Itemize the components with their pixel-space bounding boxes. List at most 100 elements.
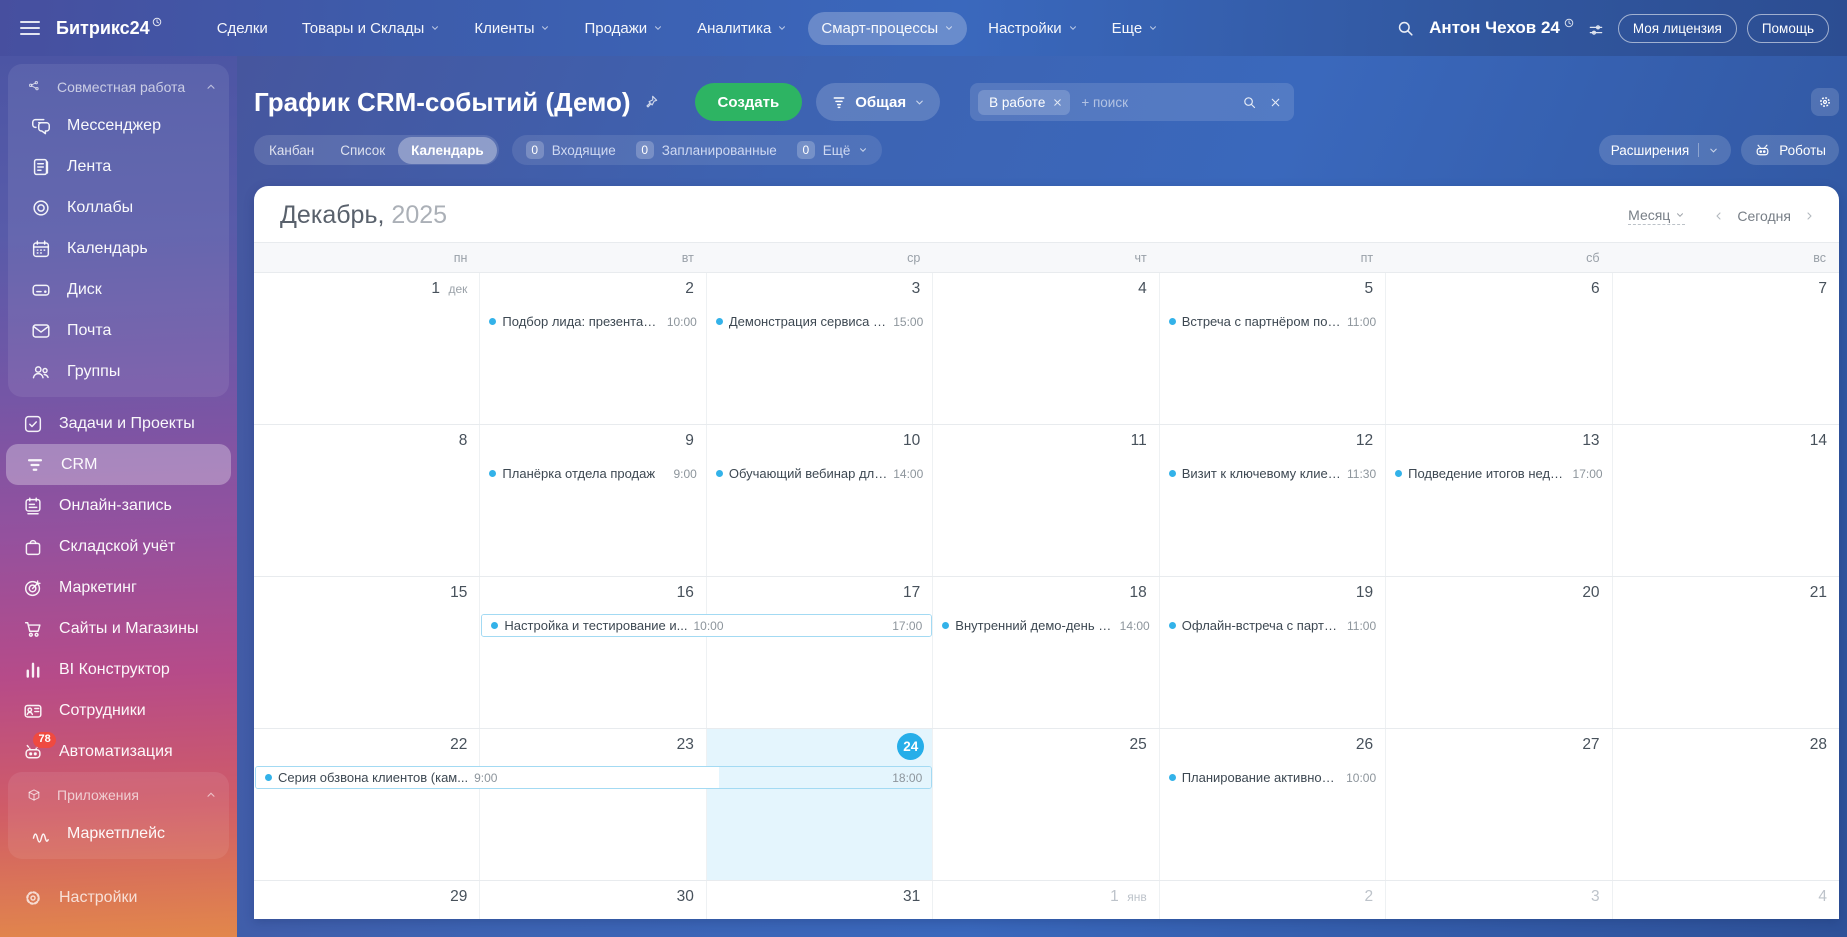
sidebar-item-sites-stores[interactable]: Сайты и Магазины	[4, 608, 233, 649]
search-icon[interactable]	[1396, 19, 1415, 38]
day-cell[interactable]: 30	[480, 881, 707, 919]
nav-item-settings[interactable]: Настройки	[975, 12, 1091, 45]
remove-filter-icon[interactable]	[1052, 97, 1063, 108]
day-cell[interactable]: 3	[707, 273, 934, 424]
day-cell[interactable]: 22	[254, 729, 481, 880]
day-cell[interactable]: 4	[933, 273, 1160, 424]
day-cell[interactable]: 18	[933, 577, 1160, 728]
nav-item-deals[interactable]: Сделки	[204, 12, 281, 45]
day-cell[interactable]: 6	[1386, 273, 1613, 424]
calendar-event[interactable]: Планирование активности н... 10:00	[1160, 767, 1386, 788]
counter-incoming[interactable]: 0 Входящие	[525, 141, 616, 159]
nav-item-more[interactable]: Еще	[1099, 12, 1172, 45]
settings-gear-button[interactable]	[1811, 88, 1839, 116]
tab-calendar[interactable]: Календарь	[398, 136, 497, 164]
multiday-event-segment[interactable]: Серия обзвона клиентов (кам... 9:00	[256, 767, 507, 788]
sidebar-item-marketplace[interactable]: Маркетплейс	[12, 813, 225, 854]
multiday-event-segment[interactable]: 17:00	[732, 615, 932, 636]
sidebar-item-booking[interactable]: Онлайн-запись	[4, 485, 233, 526]
day-cell[interactable]: 29	[254, 881, 481, 919]
sidebar-item-bi-builder[interactable]: BI Конструктор	[4, 649, 233, 690]
tune-icon[interactable]	[1588, 22, 1604, 38]
sidebar-item-marketing[interactable]: Маркетинг	[4, 567, 233, 608]
multiday-event-segment[interactable]	[506, 767, 719, 788]
day-cell[interactable]: 8	[254, 425, 481, 576]
day-cell[interactable]: 26	[1160, 729, 1387, 880]
clear-search-icon[interactable]	[1269, 96, 1282, 109]
extensions-button[interactable]: Расширения	[1598, 135, 1732, 165]
day-cell[interactable]: 21	[1613, 577, 1839, 728]
day-cell[interactable]: 1 янв	[933, 881, 1160, 919]
user-menu[interactable]: Антон Чехов 24	[1429, 18, 1574, 38]
search-input[interactable]: + поиск	[1081, 95, 1242, 110]
sidebar-item-collabs[interactable]: Коллабы	[12, 187, 225, 228]
tab-kanban[interactable]: Канбан	[256, 137, 327, 164]
sidebar-item-feed[interactable]: Лента	[12, 146, 225, 187]
calendar-event[interactable]: Демонстрация сервиса клие... 15:00	[707, 311, 933, 332]
next-month-icon[interactable]	[1803, 210, 1815, 222]
day-cell[interactable]: 14	[1613, 425, 1839, 576]
calendar-event[interactable]: Обучающий вебинар для кл... 14:00	[707, 463, 933, 484]
calendar-event[interactable]: Офлайн-встреча с партнёра... 11:00	[1160, 615, 1386, 636]
day-cell[interactable]: 20	[1386, 577, 1613, 728]
day-cell[interactable]: 24	[706, 729, 934, 880]
today-button[interactable]: Сегодня	[1737, 208, 1791, 224]
sidebar-item-messenger[interactable]: Мессенджер	[12, 105, 225, 146]
nav-item-sales[interactable]: Продажи	[571, 12, 676, 45]
sidebar-item-inventory[interactable]: Складской учёт	[4, 526, 233, 567]
day-cell[interactable]: 1 дек	[254, 273, 481, 424]
license-button[interactable]: Моя лицензия	[1617, 13, 1737, 43]
hamburger-menu-icon[interactable]	[20, 21, 40, 35]
day-cell[interactable]: 11	[933, 425, 1160, 576]
sidebar-item-disk[interactable]: Диск	[12, 269, 225, 310]
day-cell[interactable]: 25	[933, 729, 1160, 880]
calendar-event[interactable]: Подбор лида: презентация п... 10:00	[480, 311, 706, 332]
sidebar-item-settings[interactable]: Настройки	[4, 877, 233, 918]
multiday-event-segment[interactable]: 18:00	[718, 767, 932, 788]
sidebar-item-calendar[interactable]: Календарь	[12, 228, 225, 269]
counter-more[interactable]: 0 Ещё	[796, 141, 869, 159]
tab-list[interactable]: Список	[327, 137, 398, 164]
sidebar-item-automation[interactable]: 78 Автоматизация	[4, 731, 233, 772]
calendar-event[interactable]: Визит к ключевому клиенту 11:30	[1160, 463, 1386, 484]
filter-search-bar[interactable]: В работе + поиск	[970, 83, 1295, 121]
day-cell[interactable]: 2	[1160, 881, 1387, 919]
calendar-event[interactable]: Подведение итогов недели 17:00	[1386, 463, 1612, 484]
sidebar-item-groups[interactable]: Группы	[12, 351, 225, 392]
day-cell[interactable]: 4	[1613, 881, 1839, 919]
sidebar-item-crm[interactable]: CRM	[6, 444, 231, 485]
pin-icon[interactable]	[643, 94, 659, 110]
counter-planned[interactable]: 0 Запланированные	[635, 141, 777, 159]
day-cell[interactable]: 9	[480, 425, 707, 576]
nav-item-smart-processes[interactable]: Смарт-процессы	[808, 11, 968, 45]
previous-month-icon[interactable]	[1713, 210, 1725, 222]
day-cell[interactable]: 12	[1160, 425, 1387, 576]
day-cell[interactable]: 16	[480, 577, 707, 728]
day-cell[interactable]: 15	[254, 577, 481, 728]
calendar-event[interactable]: Встреча с партнёром по инт... 11:00	[1160, 311, 1386, 332]
sidebar-section-apps[interactable]: Приложения	[8, 777, 229, 813]
chevron-up-icon[interactable]	[205, 789, 217, 801]
day-cell[interactable]: 23	[480, 729, 707, 880]
filter-tag[interactable]: В работе	[978, 89, 1071, 115]
chevron-up-icon[interactable]	[205, 81, 217, 93]
day-cell[interactable]: 17	[707, 577, 934, 728]
help-button[interactable]: Помощь	[1746, 13, 1829, 43]
sidebar-item-tasks[interactable]: Задачи и Проекты	[4, 403, 233, 444]
day-cell[interactable]: 5	[1160, 273, 1387, 424]
sidebar-item-mail[interactable]: Почта	[12, 310, 225, 351]
multiday-event-segment[interactable]: Настройка и тестирование и... 10:00	[482, 615, 733, 636]
chevron-down-icon[interactable]	[1708, 145, 1719, 156]
search-icon[interactable]	[1242, 95, 1257, 110]
sidebar-section-collaboration[interactable]: Совместная работа	[8, 69, 229, 105]
nav-item-clients[interactable]: Клиенты	[461, 12, 563, 45]
day-cell[interactable]: 28	[1613, 729, 1839, 880]
day-cell[interactable]: 10	[707, 425, 934, 576]
calendar-event[interactable]: Внутренний демо-день по н... 14:00	[933, 615, 1159, 636]
day-cell[interactable]: 13	[1386, 425, 1613, 576]
calendar-multiday-event[interactable]: Настройка и тестирование и... 10:00 17:00	[481, 614, 933, 637]
calendar-event[interactable]: Планёрка отдела продаж 9:00	[480, 463, 706, 484]
robots-button[interactable]: Роботы	[1741, 135, 1839, 165]
view-mode-selector[interactable]: Месяц	[1628, 207, 1686, 225]
day-cell[interactable]: 2	[480, 273, 707, 424]
